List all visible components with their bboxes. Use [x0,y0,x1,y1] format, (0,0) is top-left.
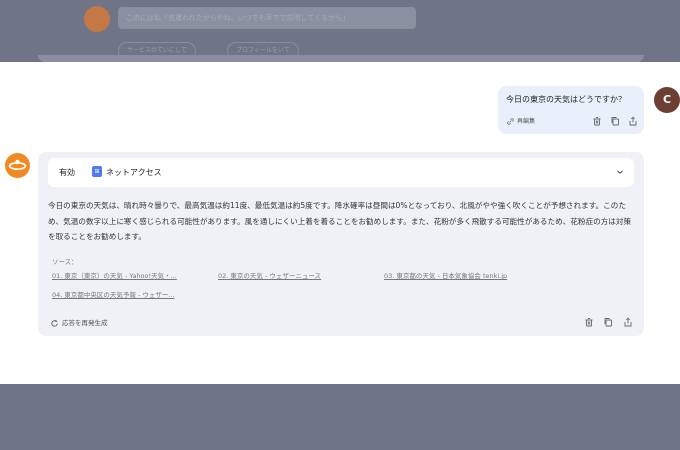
sources-title: ソース： [52,258,78,266]
web-access-dropdown[interactable]: 有効 ⊞ ネットアクセス [48,158,634,187]
trash-icon[interactable] [592,116,602,126]
previous-bot-avatar [84,6,110,32]
regenerate-label: 応答を再発生成 [62,319,108,327]
user-message-actions: 再編集 [506,116,638,128]
source-link-1[interactable]: 01. 東京（東京）の天気 - Yahoo!天気・... [52,270,202,280]
user-message-text: 今日の東京の天気はどうですか？ [506,95,626,104]
user-avatar[interactable]: C [654,87,680,113]
assistant-message-card: 有効 ⊞ ネットアクセス 今日の東京の天気は、晴れ時々曇りで、最高気温は約11度… [38,152,644,336]
source-link-2[interactable]: 02. 東京の天気 - ウェザーニュース [218,270,368,280]
regenerate-button[interactable]: 応答を再発生成 [50,317,108,328]
overlay-top: このには私「気遣われたからやね、いつでも手でで説明してくるから」 サービスのてい… [0,0,680,62]
bot-logo-icon [5,153,30,178]
assistant-answer-text: 今日の東京の天気は、晴れ時々曇りで、最高気温は約11度、最低気温は約5度です。降… [48,201,632,241]
share-icon[interactable] [623,317,633,327]
source-link-4[interactable]: 04. 東京都中央区の天気予報 - ウェザー... [52,289,202,299]
share-icon[interactable] [628,116,638,126]
bot-avatar [5,153,30,178]
copy-icon[interactable] [603,317,613,327]
chat-panel: 今日の東京の天気はどうですか？ 再編集 C 有効 ⊞ ネットアクセス 今日の東京… [0,62,680,384]
overlay-bottom [0,384,680,450]
previous-card-edge [38,55,644,62]
link-icon [507,118,514,125]
chevron-down-icon[interactable] [616,169,624,175]
access-status-label: ネットアクセス [106,168,162,177]
edit-label: 再編集 [517,118,536,125]
copy-icon[interactable] [610,116,620,126]
network-icon: ⊞ [92,166,102,177]
user-message-bubble: 今日の東京の天気はどうですか？ 再編集 [498,86,644,134]
source-link-3[interactable]: 03. 東京都の天気 - 日本気象協会 tenki.jp [384,270,564,280]
access-enabled-label: 有効 [59,168,75,177]
refresh-icon [51,319,58,327]
previous-prompt: このには私「気遣われたからやね、いつでも手でで説明してくるから」 [118,7,416,29]
trash-icon[interactable] [584,317,594,327]
edit-button[interactable]: 再編集 [506,116,535,126]
